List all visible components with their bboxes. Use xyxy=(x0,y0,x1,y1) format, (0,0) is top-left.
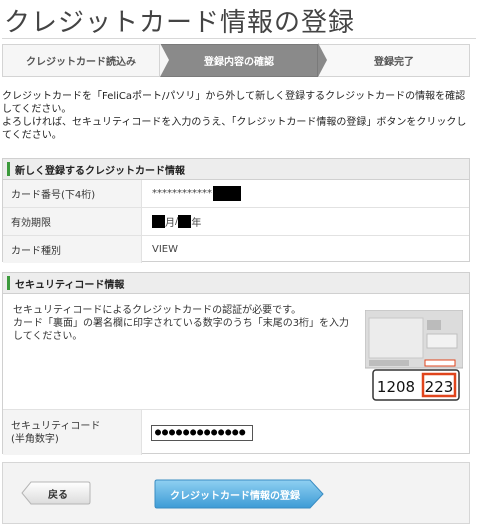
expiry-month-unit: 月 xyxy=(165,218,175,229)
heading-accent-bar xyxy=(7,162,10,176)
card-number-mask: ************ xyxy=(152,188,212,199)
security-description-line-1: セキュリティコードによるクレジットカードの認証が必要です。 xyxy=(13,305,302,316)
expiry-year-unit: 年 xyxy=(191,218,202,229)
example-digits-b: 223 xyxy=(425,378,454,396)
back-button-label: 戻る xyxy=(48,489,68,501)
security-code-row: セキュリティコード (半角数字) xyxy=(3,410,469,455)
redacted-month xyxy=(152,215,165,228)
card-type-value: VIEW xyxy=(152,244,178,255)
card-back-example-image: 1208 223 xyxy=(365,310,463,401)
register-button-label: クレジットカード情報の登録 xyxy=(170,490,300,502)
title-divider xyxy=(2,38,476,39)
card-type-label: カード種別 xyxy=(3,236,142,263)
expiry-value: 月 / 年 xyxy=(142,214,201,229)
security-code-input[interactable] xyxy=(151,424,253,441)
intro-line-2: よろしければ、セキュリティコードを入力のうえ、「クレジットカード情報の登録」ボタ… xyxy=(2,117,467,141)
security-code-section: セキュリティコード情報 セキュリティコードによるクレジットカードの認証が必要です… xyxy=(2,272,470,455)
security-heading-text: セキュリティコード情報 xyxy=(15,279,125,291)
redacted-year xyxy=(178,215,192,228)
card-info-heading-text: 新しく登録するクレジットカード情報 xyxy=(15,165,185,177)
security-description-line-2: カード「裏面」の署名欄に印字されている数字のうち「末尾の3桁」を入力してください… xyxy=(13,318,350,342)
back-button[interactable]: 戻る xyxy=(21,481,91,505)
card-number-value: ************ xyxy=(142,186,241,201)
security-heading: セキュリティコード情報 xyxy=(3,273,469,294)
security-code-label-line-2: (半角数字) xyxy=(11,433,59,445)
heading-accent-bar xyxy=(7,276,10,290)
expiry-label: 有効期限 xyxy=(3,208,142,235)
intro-text: クレジットカードを「FeliCaポート/パソリ」から外して新しく登録するクレジッ… xyxy=(2,90,474,142)
card-info-heading: 新しく登録するクレジットカード情報 xyxy=(3,159,469,180)
security-description-area: セキュリティコードによるクレジットカードの認証が必要です。 カード「裏面」の署名… xyxy=(3,294,469,410)
example-digits-a: 1208 xyxy=(377,378,415,396)
security-code-label: セキュリティコード (半角数字) xyxy=(3,410,142,455)
step-confirm: 登録内容の確認 xyxy=(160,44,318,77)
page-title: クレジットカード情報の登録 xyxy=(4,8,356,38)
card-type-row: カード種別 VIEW xyxy=(3,236,469,263)
step-complete: 登録完了 xyxy=(318,44,470,77)
step-card-read: クレジットカード読込み xyxy=(2,44,160,77)
intro-line-1: クレジットカードを「FeliCaポート/パソリ」から外して新しく登録するクレジッ… xyxy=(2,91,466,115)
security-description: セキュリティコードによるクレジットカードの認証が必要です。 カード「裏面」の署名… xyxy=(13,304,358,343)
button-bar: 戻る クレジットカード情報の登録 xyxy=(2,462,470,524)
register-card-button[interactable]: クレジットカード情報の登録 xyxy=(154,479,324,509)
card-number-label: カード番号(下4桁) xyxy=(3,180,142,207)
step-arrow-1 xyxy=(160,43,169,77)
card-info-section: 新しく登録するクレジットカード情報 カード番号(下4桁) ***********… xyxy=(2,158,470,263)
progress-steps: クレジットカード読込み 登録内容の確認 登録完了 xyxy=(2,43,470,77)
security-code-label-line-1: セキュリティコード xyxy=(11,420,101,432)
redacted-card-digits xyxy=(213,186,241,201)
step-arrow-2 xyxy=(318,43,327,77)
card-number-row: カード番号(下4桁) ************ xyxy=(3,180,469,208)
expiry-row: 有効期限 月 / 年 xyxy=(3,208,469,236)
